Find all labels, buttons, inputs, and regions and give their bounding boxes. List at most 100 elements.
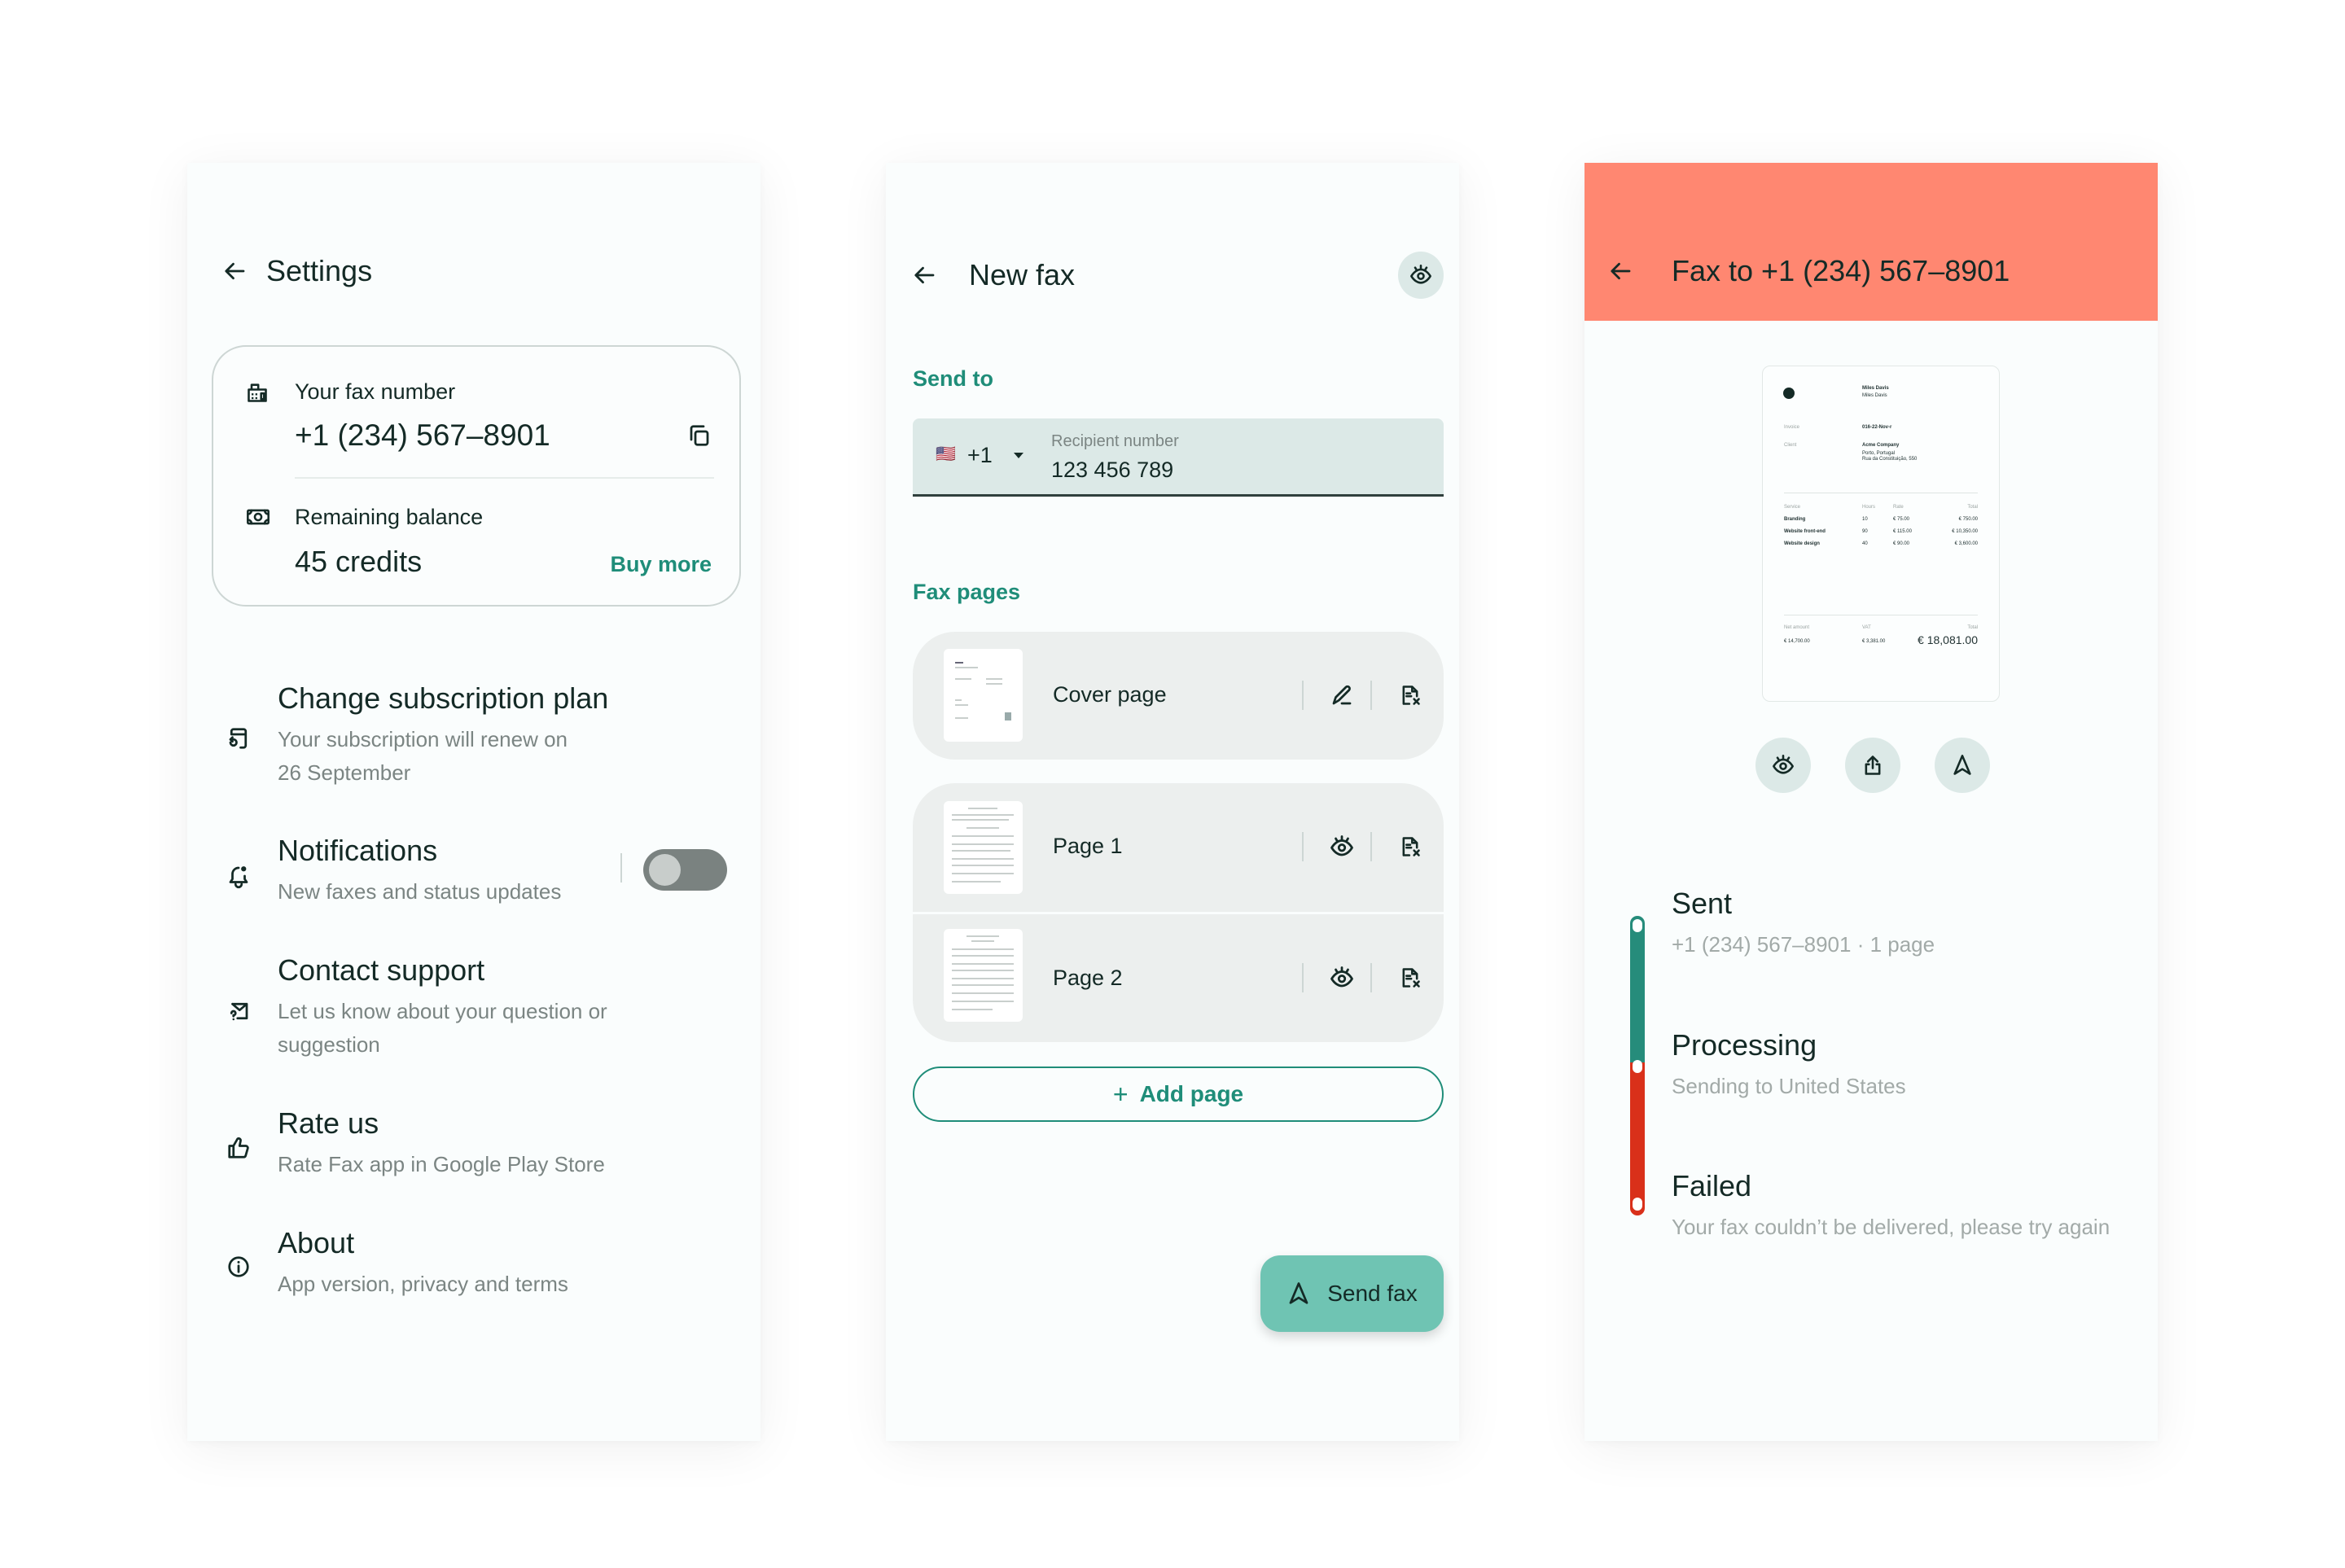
timeline-detail: +1 (234) 567–8901 · 1 page xyxy=(1672,932,1935,957)
doc-cell: Website design xyxy=(1784,541,1820,546)
doc-cell: € 115.00 xyxy=(1893,529,1912,534)
edit-pencil-icon[interactable] xyxy=(1330,683,1354,707)
recipient-input[interactable]: 123 456 789 xyxy=(1051,459,1173,481)
item-subtitle: App version, privacy and terms xyxy=(278,1272,568,1296)
mail-question-icon xyxy=(226,999,251,1023)
doc-total-label: Total xyxy=(1967,625,1978,630)
action-separator xyxy=(1370,681,1372,710)
status-header: Fax to +1 (234) 567–8901 xyxy=(1585,163,2158,321)
country-code[interactable]: +1 xyxy=(967,445,993,466)
doc-cell: 10 xyxy=(1862,517,1868,522)
page-title: Fax to +1 (234) 567–8901 xyxy=(1672,254,2010,287)
toggle-separator xyxy=(620,853,622,883)
timeline-dot-failed xyxy=(1633,1198,1642,1211)
fax-document-preview[interactable]: Miles Davis Miles Davis Invoice 016-22-N… xyxy=(1762,366,2000,702)
doc-vat-label: VAT xyxy=(1862,625,1871,630)
doc-cell: € 10,350.00 xyxy=(1952,529,1978,534)
recipient-number-field[interactable]: 🇺🇸 +1 Recipient number 123 456 789 xyxy=(913,418,1444,497)
remove-page-icon[interactable] xyxy=(1399,683,1422,707)
item-subtitle: suggestion xyxy=(278,1032,380,1057)
doc-cell: Website front-end xyxy=(1784,529,1826,534)
doc-cell: Branding xyxy=(1784,517,1806,522)
arrow-left-icon[interactable] xyxy=(223,259,248,283)
plus-icon: + xyxy=(1112,1079,1129,1109)
doc-cell: 90 xyxy=(1862,529,1868,534)
arrow-left-icon[interactable] xyxy=(913,263,937,287)
eye-icon xyxy=(1772,754,1795,777)
fax-number-value: +1 (234) 567–8901 xyxy=(295,418,550,452)
arrow-left-icon[interactable] xyxy=(1609,259,1633,283)
new-fax-screen: New fax Send to 🇺🇸 +1 Recipient number 1… xyxy=(886,163,1459,1441)
send-fax-button[interactable]: Send fax xyxy=(1260,1255,1444,1332)
action-separator xyxy=(1370,963,1372,992)
doc-col-header: Hours xyxy=(1862,505,1876,510)
eye-icon[interactable] xyxy=(1330,834,1354,859)
doc-vat: € 3,381.00 xyxy=(1862,639,1886,644)
fax-number-card: Your fax number +1 (234) 567–8901 Remain… xyxy=(212,345,741,607)
notifications-toggle[interactable] xyxy=(643,849,727,891)
page-title: Settings xyxy=(266,254,373,287)
page-1-thumbnail xyxy=(944,801,1023,894)
page-card-1[interactable]: Page 1 xyxy=(913,783,1444,912)
fax-pages-label: Fax pages xyxy=(913,580,1021,604)
remove-page-icon[interactable] xyxy=(1399,834,1422,859)
navigation-arrow-icon xyxy=(1951,754,1974,777)
page-name: Cover page xyxy=(1053,682,1167,707)
settings-screen: Settings Your fax number +1 (234) 567–89… xyxy=(187,163,760,1441)
doc-invoice-label: Invoice xyxy=(1784,425,1800,430)
share-button[interactable] xyxy=(1845,738,1900,793)
fax-status-screen: Fax to +1 (234) 567–8901 Miles Davis Mil… xyxy=(1585,163,2158,1441)
page-name: Page 2 xyxy=(1053,966,1123,990)
timeline-dot-processing xyxy=(1633,1060,1642,1073)
toggle-thumb xyxy=(649,854,681,886)
item-subtitle: Rate Fax app in Google Play Store xyxy=(278,1152,605,1176)
doc-total: € 18,081.00 xyxy=(1918,633,1978,646)
settings-item-about[interactable]: About App version, privacy and terms xyxy=(187,1229,760,1310)
preview-button[interactable] xyxy=(1755,738,1811,793)
settings-item-rate-us[interactable]: Rate us Rate Fax app in Google Play Stor… xyxy=(187,1109,760,1190)
timeline-status: Processing xyxy=(1672,1028,1817,1062)
avatar xyxy=(1783,388,1795,399)
timeline-detail: Your fax couldn’t be delivered, please t… xyxy=(1672,1215,2110,1239)
doc-cell: € 3,600.00 xyxy=(1954,541,1978,546)
settings-item-contact-support[interactable]: Contact support Let us know about your q… xyxy=(187,956,760,1078)
resend-button[interactable] xyxy=(1935,738,1990,793)
doc-cell: 40 xyxy=(1862,541,1868,546)
add-page-button[interactable]: + Add page xyxy=(913,1067,1444,1122)
add-page-label: Add page xyxy=(1139,1081,1244,1106)
timeline-bar-success xyxy=(1630,916,1645,1069)
send-fax-label: Send fax xyxy=(1327,1281,1418,1306)
doc-cell: € 750.00 xyxy=(1958,517,1978,522)
doc-invoice-number: 016-22-Nov-r xyxy=(1862,425,1892,430)
doc-net-label: Net amount xyxy=(1784,625,1810,630)
money-icon xyxy=(246,506,270,528)
balance-value: 45 credits xyxy=(295,545,423,578)
page-card-cover[interactable]: Cover page xyxy=(913,632,1444,760)
settings-item-subscription[interactable]: Change subscription plan Your subscripti… xyxy=(187,684,760,806)
doc-cell: € 90.00 xyxy=(1893,541,1910,546)
item-subtitle: New faxes and status updates xyxy=(278,879,562,904)
doc-client-city: Porto, Portugal xyxy=(1862,451,1896,456)
doc-col-header: Service xyxy=(1784,505,1801,510)
cover-page-thumbnail xyxy=(944,649,1023,742)
doc-client-address: Rua da Constituição, 550 xyxy=(1862,457,1918,462)
page-name: Page 1 xyxy=(1053,834,1123,858)
page-title: New fax xyxy=(969,258,1076,291)
navigation-arrow-icon xyxy=(1286,1281,1311,1306)
timeline-detail: Sending to United States xyxy=(1672,1074,1906,1098)
share-upload-icon xyxy=(1861,754,1884,777)
copy-icon[interactable] xyxy=(687,423,712,448)
buy-more-link[interactable]: Buy more xyxy=(610,554,712,576)
doc-client-name: Acme Company xyxy=(1862,443,1900,448)
page-card-2[interactable]: Page 2 xyxy=(913,914,1444,1042)
us-flag-icon: 🇺🇸 xyxy=(936,445,956,463)
remove-page-icon[interactable] xyxy=(1399,966,1422,990)
preview-button[interactable] xyxy=(1398,252,1444,299)
recipient-label: Recipient number xyxy=(1051,432,1179,450)
eye-icon[interactable] xyxy=(1330,966,1354,990)
chevron-down-icon[interactable] xyxy=(1014,453,1023,458)
send-to-label: Send to xyxy=(913,366,993,391)
timeline-status: Sent xyxy=(1672,887,1733,920)
action-separator xyxy=(1370,832,1372,861)
timeline-dot-sent xyxy=(1633,919,1642,932)
